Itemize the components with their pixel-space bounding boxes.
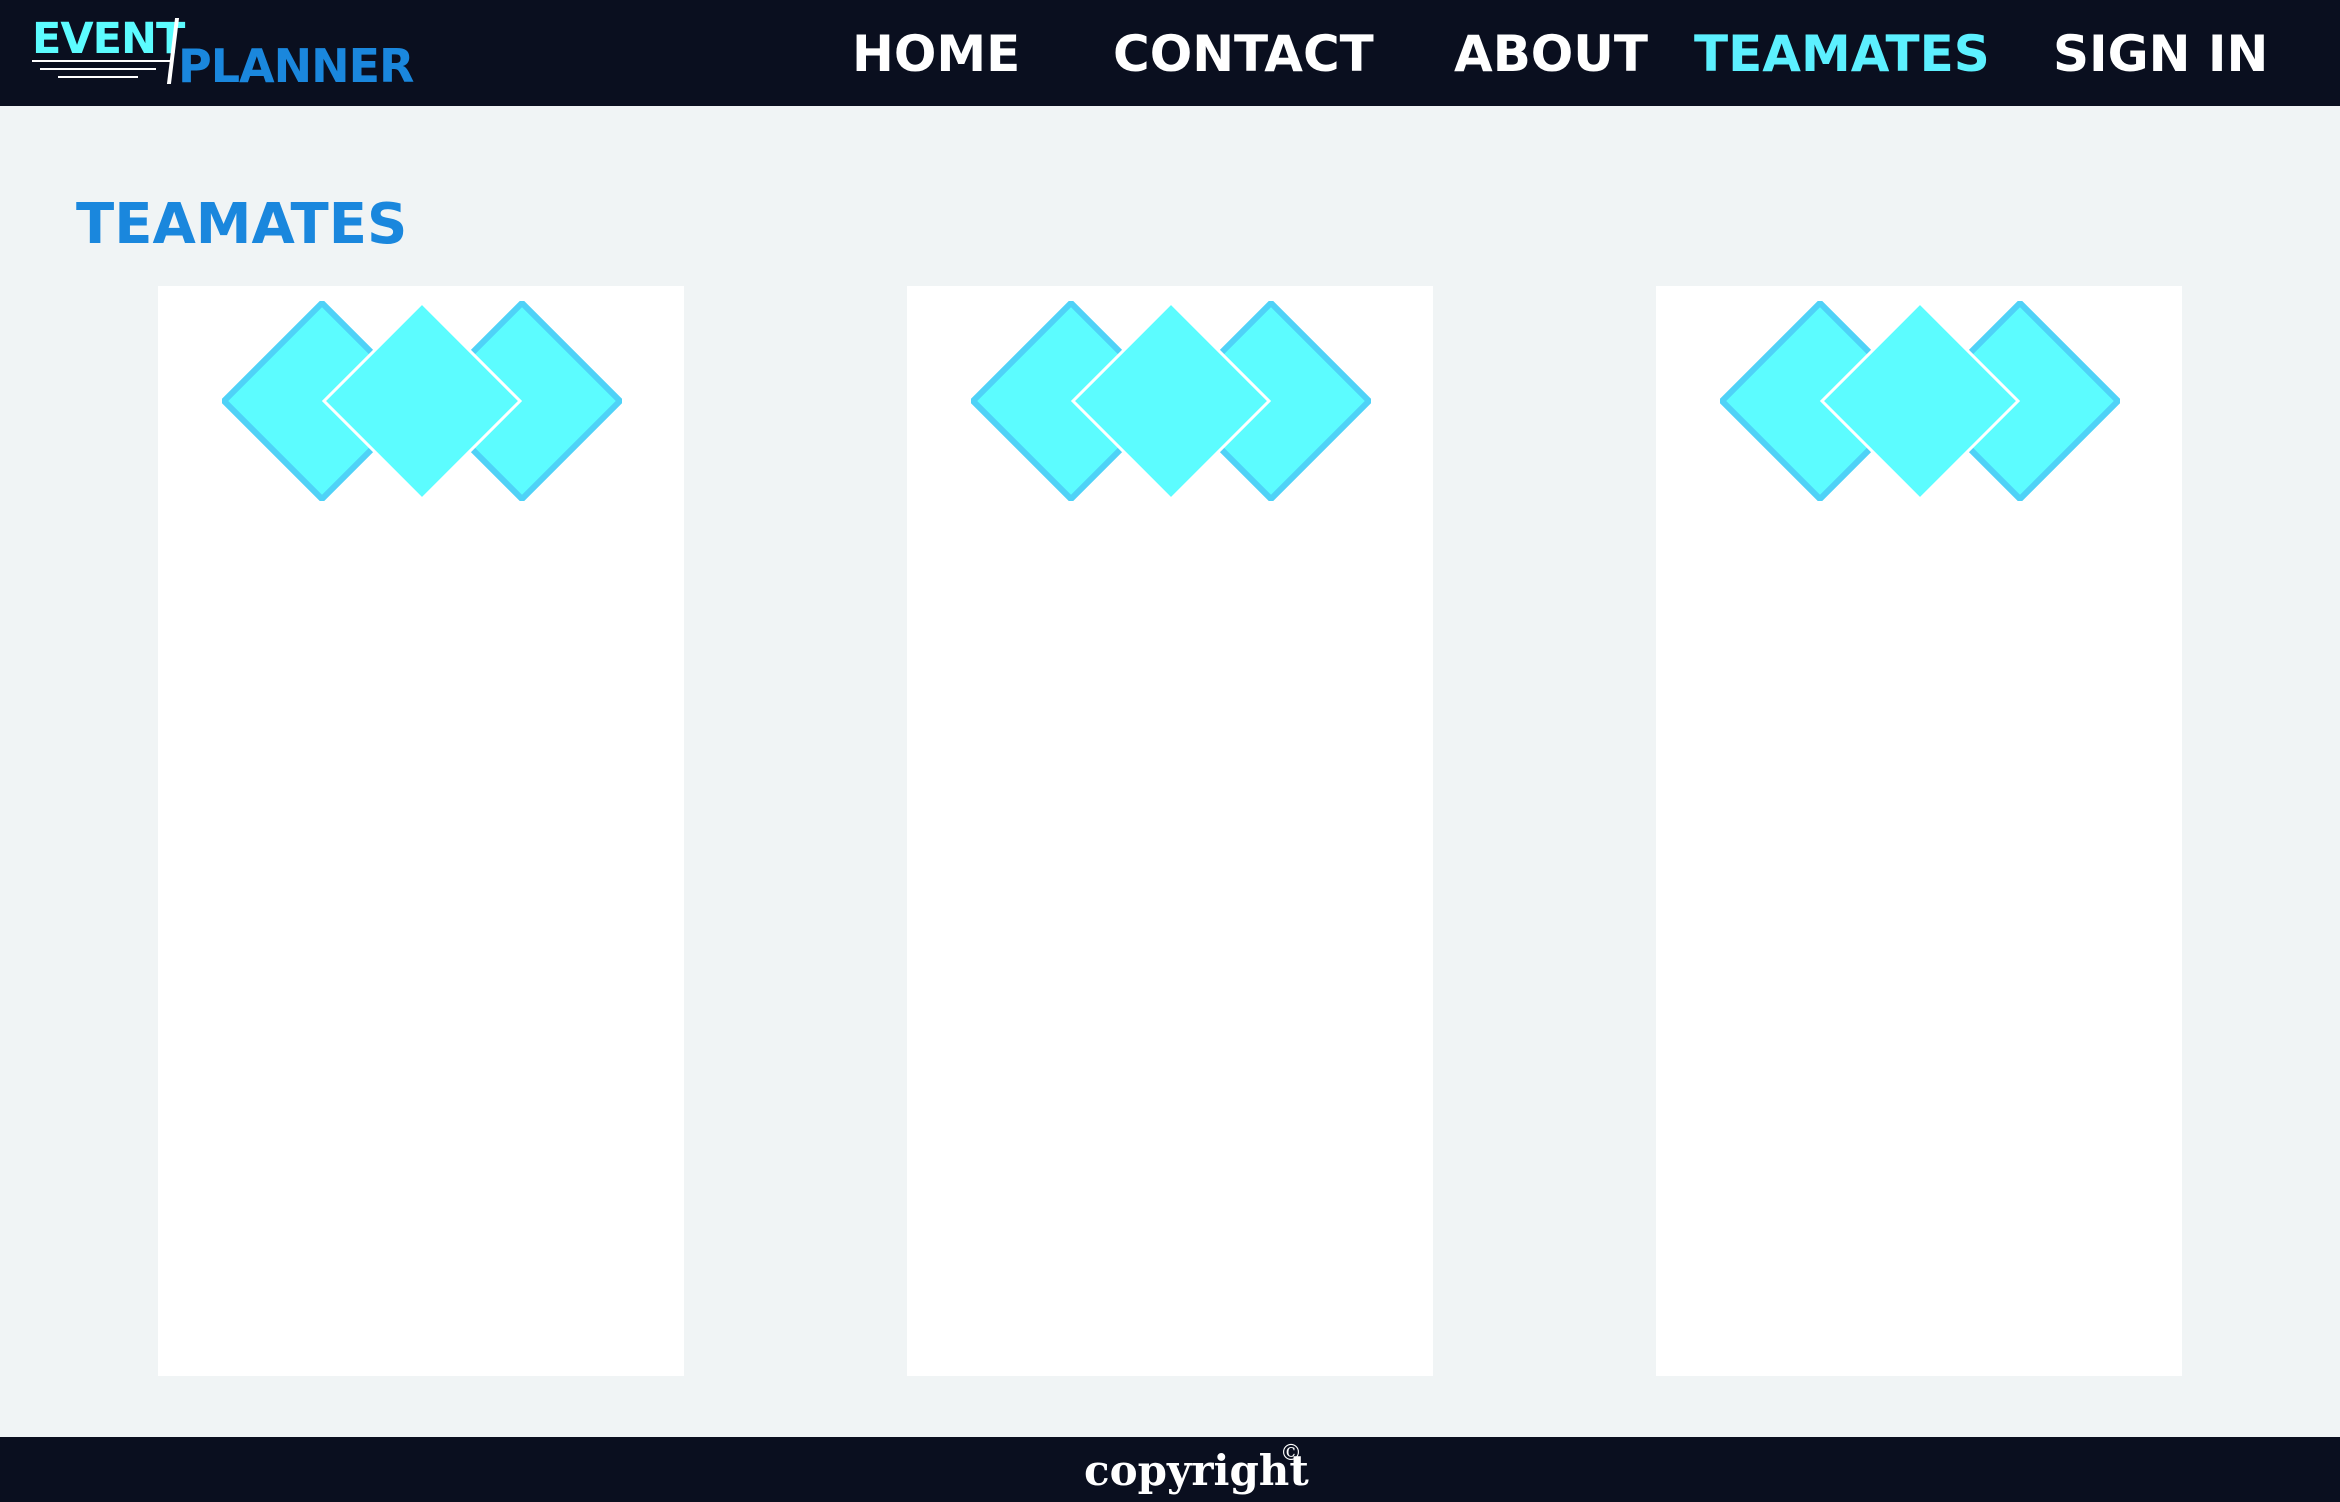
copyright-text: copyright — [1084, 1446, 1309, 1495]
logo-word-planner: PLANNER — [178, 39, 414, 93]
event-planner-logo[interactable]: EVENT PLANNER — [28, 14, 414, 94]
logo-underline — [40, 68, 156, 70]
nav-home-link[interactable]: HOME — [852, 24, 1020, 84]
nav-contact-link[interactable]: CONTACT — [1113, 24, 1374, 84]
logo-underline — [58, 76, 138, 78]
page-title: TEAMATES — [76, 192, 408, 257]
diamond-cluster-icon — [1720, 301, 2120, 501]
nav-teamates-link[interactable]: TEAMATES — [1694, 24, 1990, 84]
nav-about-link[interactable]: ABOUT — [1454, 24, 1648, 84]
teammate-card — [907, 286, 1433, 1376]
footer: copyright © — [0, 1437, 2340, 1502]
diamond-cluster-icon — [971, 301, 1371, 501]
nav-sign-in-link[interactable]: SIGN IN — [2053, 24, 2268, 84]
copyright-icon: © — [1280, 1441, 1302, 1466]
logo-word-event: EVENT — [32, 14, 185, 64]
diamond-cluster-icon — [222, 301, 622, 501]
teammate-card — [1656, 286, 2182, 1376]
teammate-card — [158, 286, 684, 1376]
logo-underline — [32, 60, 170, 62]
navbar: EVENT PLANNER HOME CONTACT ABOUT TEAMATE… — [0, 0, 2340, 106]
